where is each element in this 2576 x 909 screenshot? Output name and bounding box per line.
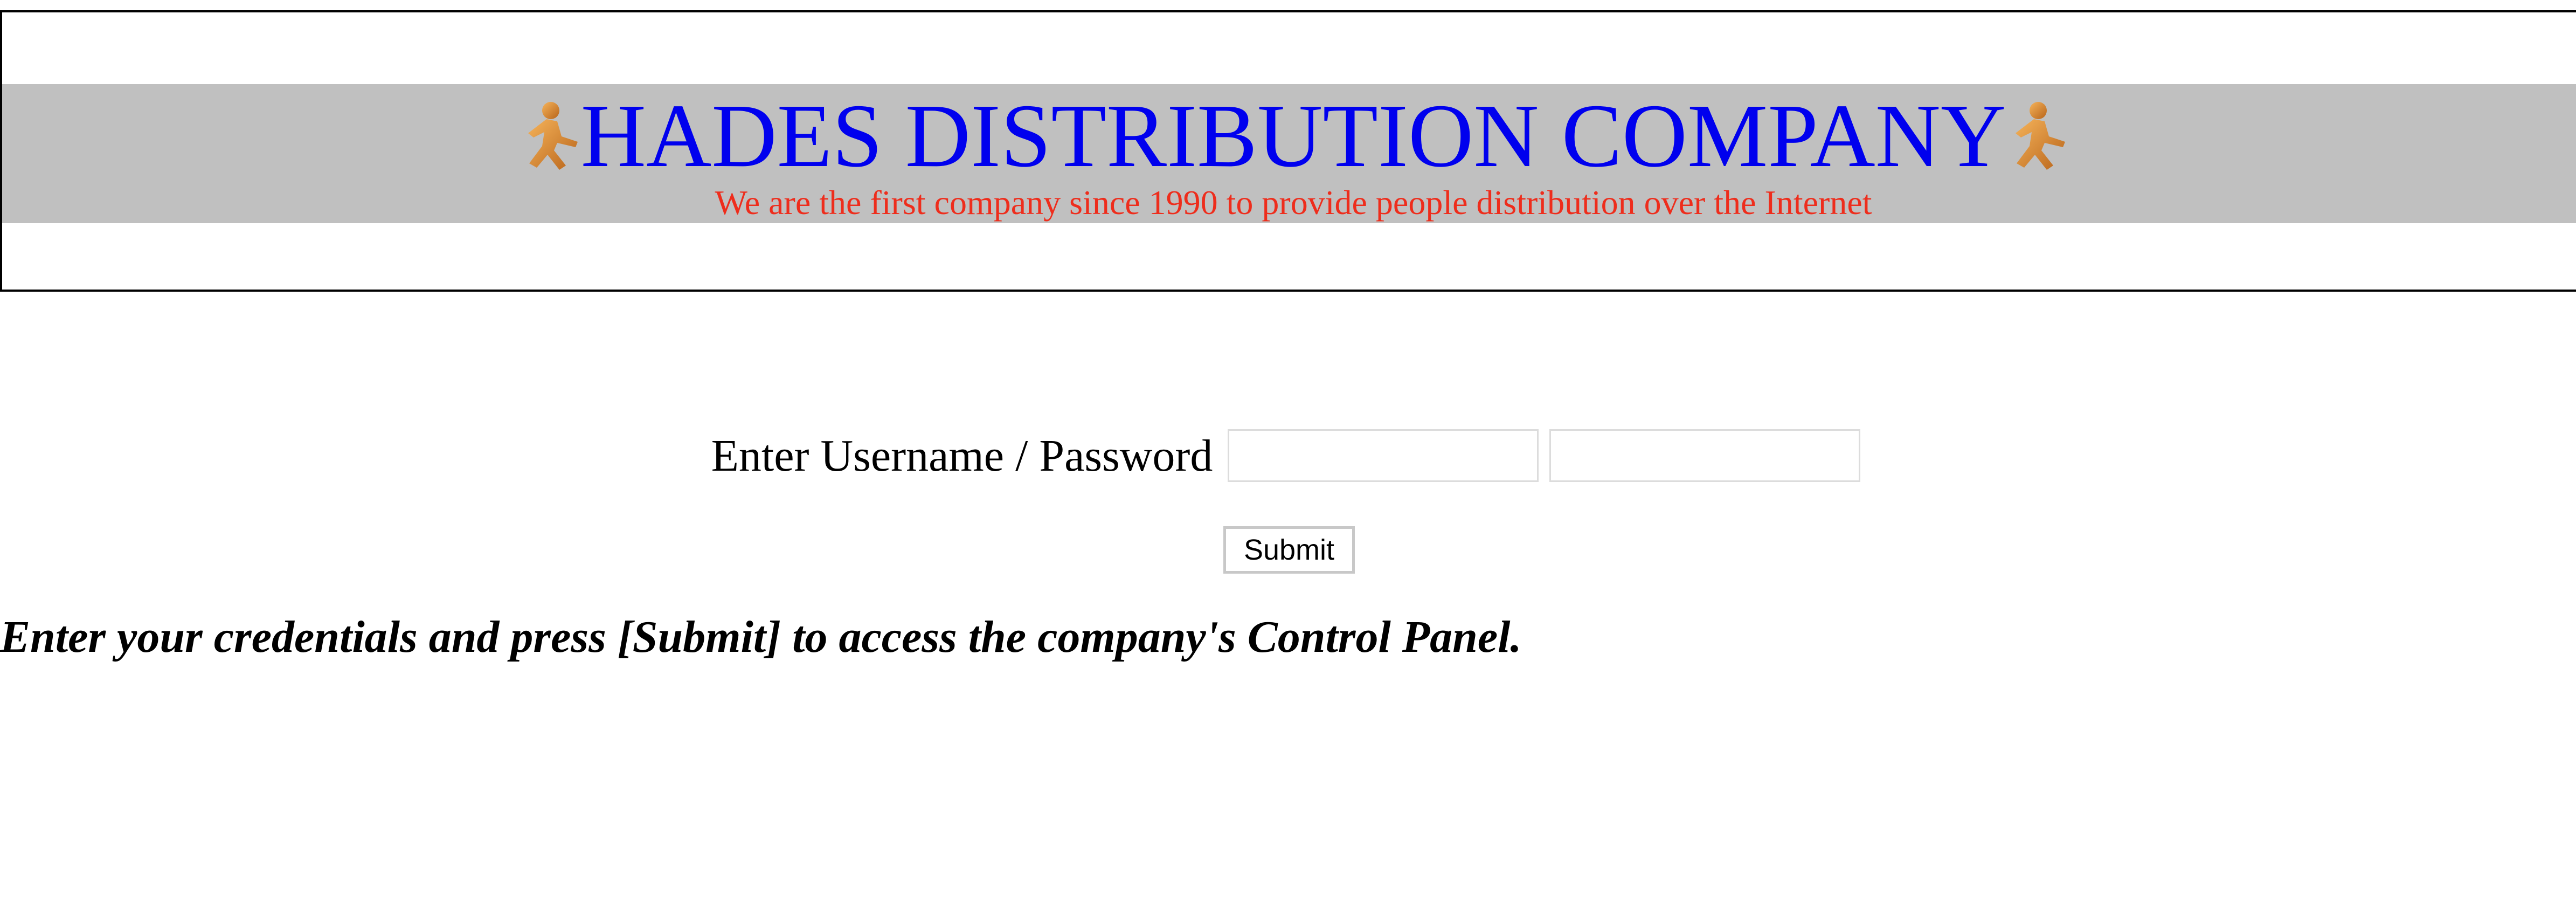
instructions-text: Enter your credentials and press [Submit… (0, 612, 1522, 662)
company-title: HADES DISTRIBUTION COMPANY (580, 86, 2006, 186)
tagline: We are the first company since 1990 to p… (715, 183, 1872, 222)
login-label: Enter Username / Password (711, 430, 1213, 481)
running-man-icon (518, 101, 581, 171)
password-input[interactable] (1549, 429, 1861, 482)
title-row: HADES DISTRIBUTION COMPANY (2, 91, 2576, 181)
submit-row: Submit (0, 526, 2576, 574)
username-input[interactable] (1228, 429, 1539, 482)
submit-button[interactable]: Submit (1223, 526, 1355, 574)
header-band: HADES DISTRIBUTION COMPANY We are the fi… (2, 84, 2576, 223)
running-man-icon (2006, 101, 2068, 171)
login-row: Enter Username / Password (0, 429, 2576, 484)
header-box: HADES DISTRIBUTION COMPANY We are the fi… (0, 10, 2576, 292)
